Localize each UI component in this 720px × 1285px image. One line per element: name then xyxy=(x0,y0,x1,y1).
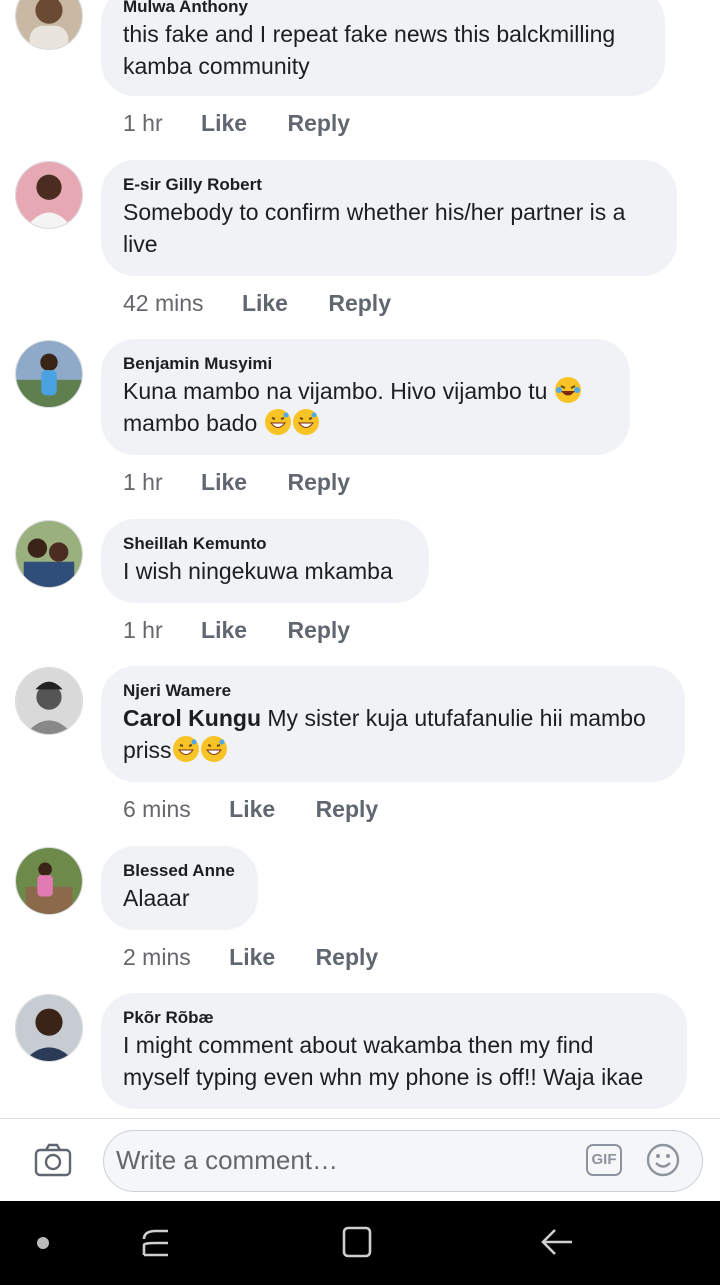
comment-bubble: Blessed Anne Alaaar xyxy=(101,846,258,930)
comment-text-line: I wish ningekuwa mkamba xyxy=(123,558,393,584)
comment-text-line: Carol Kungu My sister kuja utufafanulie … xyxy=(123,702,663,734)
comment-text-line: Somebody to confirm whether his/her part… xyxy=(123,199,626,225)
comment-actions: 42 mins Like Reply xyxy=(123,288,391,318)
laughing-crying-emoji-icon xyxy=(554,377,581,403)
avatar[interactable] xyxy=(15,0,83,50)
reply-button[interactable]: Reply xyxy=(287,615,350,645)
dot-icon[interactable] xyxy=(37,1237,49,1249)
comment-text: priss xyxy=(123,737,172,763)
reply-button[interactable]: Reply xyxy=(316,794,379,824)
grinning-sweat-emoji-icon xyxy=(264,409,291,435)
comment-actions: 1 hr Like Reply xyxy=(123,467,350,497)
reply-button[interactable]: Reply xyxy=(287,108,350,138)
comment-time[interactable]: 2 mins xyxy=(123,942,191,972)
avatar[interactable] xyxy=(15,340,83,408)
comment-text-line: myself typing even whn my phone is off!!… xyxy=(123,1064,644,1090)
comment-time[interactable]: 42 mins xyxy=(123,288,204,318)
avatar[interactable] xyxy=(15,667,83,735)
comment-author[interactable]: Mulwa Anthony xyxy=(123,0,643,18)
comment-text-line: live xyxy=(123,231,158,257)
gif-label: GIF xyxy=(591,1151,617,1168)
comment-text-line: Kuna mambo na vijambo. Hivo vijambo tu xyxy=(123,375,608,407)
comment-author[interactable]: Benjamin Musyimi xyxy=(123,353,608,375)
grinning-sweat-emoji-icon xyxy=(292,409,319,435)
comment-bubble: Pkõr Rõbæ I might comment about wakamba … xyxy=(101,993,687,1109)
like-button[interactable]: Like xyxy=(201,108,247,138)
comment-input[interactable]: Write a comment… GIF xyxy=(103,1130,703,1192)
comment-text-line: mambo bado xyxy=(123,407,608,439)
comment-author[interactable]: E-sir Gilly Robert xyxy=(123,174,655,196)
comment-author[interactable]: Pkõr Rõbæ xyxy=(123,1007,665,1029)
comment-bubble: Benjamin Musyimi Kuna mambo na vijambo. … xyxy=(101,339,630,455)
back-icon[interactable] xyxy=(540,1225,574,1259)
avatar[interactable] xyxy=(15,847,83,915)
smiley-icon[interactable] xyxy=(646,1143,680,1177)
comment-time[interactable]: 6 mins xyxy=(123,794,191,824)
comment-actions: 1 hr Like Reply xyxy=(123,615,350,645)
reply-button[interactable]: Reply xyxy=(316,942,379,972)
comment-bubble: Mulwa Anthony this fake and I repeat fak… xyxy=(101,0,665,96)
reply-button[interactable]: Reply xyxy=(287,467,350,497)
mention-link[interactable]: Carol Kungu xyxy=(123,705,261,731)
like-button[interactable]: Like xyxy=(201,467,247,497)
comment-text: My sister kuja utufafanulie hii mambo xyxy=(261,705,646,731)
comment-actions: 6 mins Like Reply xyxy=(123,794,378,824)
gif-icon[interactable]: GIF xyxy=(586,1144,622,1176)
like-button[interactable]: Like xyxy=(201,615,247,645)
comment-composer: Write a comment… GIF xyxy=(0,1118,720,1203)
avatar[interactable] xyxy=(15,520,83,588)
home-icon[interactable] xyxy=(341,1225,373,1259)
comment-actions: 1 hr Like Reply xyxy=(123,108,350,138)
comment-text: Kuna mambo na vijambo. Hivo vijambo tu xyxy=(123,378,548,404)
comment-text-line: Alaaar xyxy=(123,885,190,911)
like-button[interactable]: Like xyxy=(229,794,275,824)
comment-actions: 2 mins Like Reply xyxy=(123,942,378,972)
recent-apps-icon[interactable] xyxy=(140,1225,172,1259)
avatar[interactable] xyxy=(15,994,83,1062)
grinning-sweat-emoji-icon xyxy=(172,736,199,762)
like-button[interactable]: Like xyxy=(229,942,275,972)
comment-text-line: I might comment about wakamba then my fi… xyxy=(123,1032,594,1058)
comment-bubble: Sheillah Kemunto I wish ningekuwa mkamba xyxy=(101,519,429,603)
grinning-sweat-emoji-icon xyxy=(200,736,227,762)
reply-button[interactable]: Reply xyxy=(328,288,391,318)
comment-time[interactable]: 1 hr xyxy=(123,467,163,497)
comment-bubble: E-sir Gilly Robert Somebody to confirm w… xyxy=(101,160,677,276)
comment-author[interactable]: Blessed Anne xyxy=(123,860,236,882)
comment-author[interactable]: Sheillah Kemunto xyxy=(123,533,407,555)
comment-text-line: priss xyxy=(123,734,663,766)
camera-icon[interactable] xyxy=(34,1143,72,1177)
comment-author[interactable]: Njeri Wamere xyxy=(123,680,663,702)
system-navigation-bar xyxy=(0,1201,720,1285)
avatar[interactable] xyxy=(15,161,83,229)
comment-time[interactable]: 1 hr xyxy=(123,615,163,645)
comment-time[interactable]: 1 hr xyxy=(123,108,163,138)
comment-input-placeholder: Write a comment… xyxy=(116,1145,339,1175)
like-button[interactable]: Like xyxy=(242,288,288,318)
comment-text-line: this fake and I repeat fake news this ba… xyxy=(123,21,616,47)
comment-text-line: kamba community xyxy=(123,53,310,79)
comment-bubble: Njeri Wamere Carol Kungu My sister kuja … xyxy=(101,666,685,782)
comment-text: mambo bado xyxy=(123,410,258,436)
